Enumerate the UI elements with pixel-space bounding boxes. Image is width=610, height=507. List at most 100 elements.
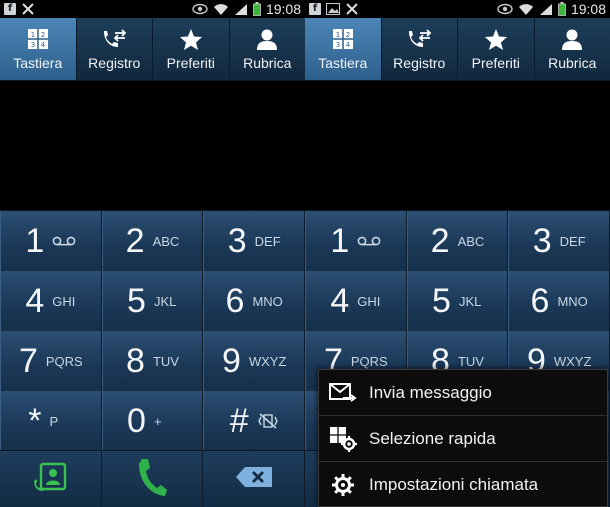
key-8[interactable]: 8 TUV (101, 331, 204, 391)
clock: 19:08 (570, 1, 606, 17)
facebook-notification-icon: f (4, 3, 16, 15)
tab-rubrica[interactable]: Rubrica (535, 18, 610, 80)
key-1[interactable]: 1 (305, 211, 407, 271)
voicemail-icon (357, 236, 381, 246)
facebook-notification-icon: f (309, 3, 321, 15)
tab-label: Tastiera (318, 55, 368, 71)
eye-icon (497, 2, 513, 16)
menu-item-impostazioni-chiamata[interactable]: Impostazioni chiamata (319, 462, 607, 507)
wifi-icon (518, 2, 534, 16)
contact-person-icon (254, 27, 280, 51)
key-hash[interactable]: # (203, 391, 305, 451)
dialer-screen-left: f 19:08 1234 Tastiera Registro Preferiti… (0, 0, 305, 507)
key-letters: + (153, 413, 162, 429)
key-letters: JKL (153, 293, 177, 309)
speed-dial-icon (329, 426, 357, 452)
key-5[interactable]: 5 JKL (101, 271, 204, 331)
star-icon (178, 27, 204, 51)
key-star[interactable]: * P (0, 391, 102, 451)
menu-item-invia-messaggio[interactable]: Invia messaggio (319, 370, 607, 416)
key-2[interactable]: 2 ABC (406, 211, 509, 271)
star-icon (483, 27, 509, 51)
key-digit: 1 (25, 222, 45, 260)
key-digit: 1 (330, 222, 350, 260)
key-4[interactable]: 4 GHI (0, 271, 102, 331)
menu-item-selezione-rapida[interactable]: Selezione rapida (319, 416, 607, 462)
tab-label: Preferiti (166, 55, 215, 71)
key-digit: 3 (227, 222, 247, 260)
keypad-grid-icon: 1234 (330, 27, 356, 51)
key-letters: TUV (152, 353, 179, 369)
gear-icon (329, 472, 357, 498)
keypad: 1 2 ABC 3 DEF 4 GHI 5 JKL 6 MNO 7 PQRS 8… (0, 210, 305, 451)
key-letters: PQRS (350, 353, 388, 369)
key-letters: DEF (559, 233, 586, 249)
tab-label: Registro (393, 55, 446, 71)
key-6[interactable]: 6 MNO (203, 271, 305, 331)
tab-label: Preferiti (471, 55, 520, 71)
key-7[interactable]: 7 PQRS (0, 331, 102, 391)
menu-item-label: Selezione rapida (369, 428, 496, 448)
tab-label: Rubrica (548, 55, 597, 71)
key-digit: 5 (127, 282, 146, 320)
tab-tastiera[interactable]: 1234 Tastiera (305, 18, 382, 80)
dialed-number-display[interactable] (0, 81, 305, 209)
key-4[interactable]: 4 GHI (305, 271, 407, 331)
key-0[interactable]: 0 + (101, 391, 204, 451)
key-letters: WXYZ (248, 353, 287, 369)
status-bar: f 19:08 (305, 0, 610, 18)
key-digit: 3 (532, 222, 552, 260)
key-3[interactable]: 3 DEF (203, 211, 305, 271)
svg-text:4: 4 (41, 41, 46, 49)
tab-label: Registro (88, 55, 141, 71)
key-digit: 7 (18, 342, 38, 380)
svg-text:4: 4 (346, 41, 351, 49)
key-5[interactable]: 5 JKL (406, 271, 509, 331)
key-digit: 5 (432, 282, 451, 320)
tab-registro[interactable]: Registro (382, 18, 458, 80)
tab-registro[interactable]: Registro (77, 18, 153, 80)
gallery-notification-icon (326, 2, 340, 16)
key-digit: 2 (125, 222, 145, 260)
voicemail-icon (52, 236, 76, 246)
key-6[interactable]: 6 MNO (508, 271, 610, 331)
missed-notification-icon (345, 2, 359, 16)
call-log-icon (406, 27, 432, 51)
key-digit: # (229, 402, 249, 440)
tab-label: Tastiera (13, 55, 63, 71)
tab-preferiti[interactable]: Preferiti (153, 18, 230, 80)
tab-preferiti[interactable]: Preferiti (458, 18, 535, 80)
dialed-number-display[interactable] (305, 81, 610, 209)
call-log-icon (101, 27, 127, 51)
key-digit: * (28, 402, 42, 440)
key-1[interactable]: 1 (0, 211, 102, 271)
key-9[interactable]: 9 WXYZ (203, 331, 305, 391)
key-digit: 6 (225, 282, 245, 320)
tab-tastiera[interactable]: 1234 Tastiera (0, 18, 77, 80)
add-contact-button[interactable] (0, 451, 102, 507)
dialer-action-bar (0, 450, 305, 507)
key-letters: GHI (357, 293, 381, 309)
key-digit: 9 (221, 342, 241, 380)
key-3[interactable]: 3 DEF (508, 211, 610, 271)
key-digit: 6 (530, 282, 550, 320)
key-digit: 2 (430, 222, 450, 260)
phone-icon (136, 457, 168, 501)
vibrate-mute-icon (257, 413, 279, 429)
key-letters: MNO (557, 293, 588, 309)
battery-icon (253, 2, 261, 16)
menu-item-label: Invia messaggio (369, 382, 492, 402)
tab-rubrica[interactable]: Rubrica (230, 18, 306, 80)
backspace-button[interactable] (203, 451, 305, 507)
call-button[interactable] (101, 451, 204, 507)
key-digit: 4 (25, 282, 45, 320)
key-letters: MNO (252, 293, 283, 309)
key-digit: 8 (126, 342, 145, 380)
key-letters: ABC (152, 233, 180, 249)
key-2[interactable]: 2 ABC (101, 211, 204, 271)
clock: 19:08 (265, 1, 301, 17)
svg-text:1: 1 (31, 31, 35, 39)
dialer-tabs: 1234 Tastiera Registro Preferiti Rubrica (0, 18, 305, 81)
svg-text:2: 2 (346, 31, 350, 39)
missed-notification-icon (21, 2, 35, 16)
